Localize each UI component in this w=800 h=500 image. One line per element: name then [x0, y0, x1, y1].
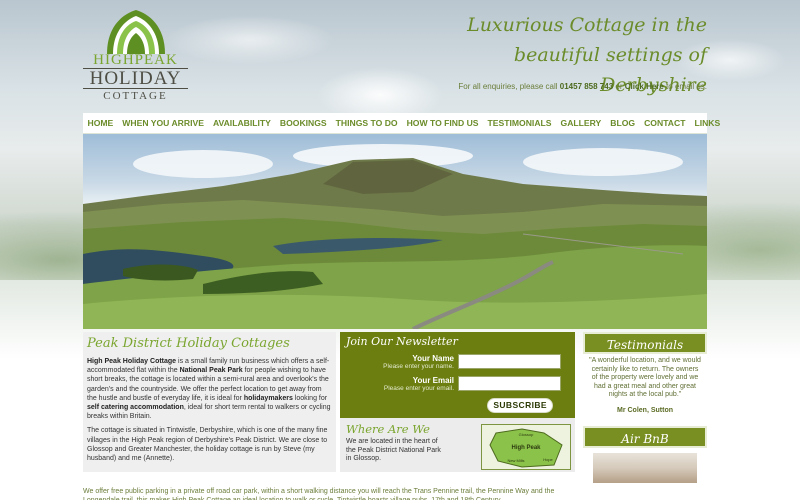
- nav-how-to-find-us[interactable]: HOW TO FIND US: [402, 113, 483, 134]
- nav-bookings[interactable]: BOOKINGS: [275, 113, 331, 134]
- hero-landscape-image: [83, 134, 707, 329]
- email-label-group: Your Email Please enter your email.: [346, 376, 454, 393]
- logo-line-cottage: COTTAGE: [103, 90, 168, 102]
- landscape-illustration: [83, 144, 707, 329]
- intro-title: Peak District Holiday Cottages: [87, 336, 290, 351]
- newsletter-title: Join Our Newsletter: [346, 335, 458, 348]
- nav-availability[interactable]: AVAILABILITY: [208, 113, 275, 134]
- intro-p1-c: National Peak Park: [179, 367, 243, 375]
- testimonial-author: Mr Colen, Sutton: [617, 406, 673, 414]
- right-column: Testimonials "A wonderful location, and …: [583, 332, 707, 500]
- nav-home[interactable]: HOME: [83, 113, 118, 134]
- name-label: Your Name: [412, 354, 454, 363]
- email-input[interactable]: [458, 376, 561, 391]
- name-label-group: Your Name Please enter your name.: [346, 354, 454, 371]
- nav-blog[interactable]: BLOG: [606, 113, 640, 134]
- newsletter-box: Join Our Newsletter Your Name Please ent…: [340, 332, 575, 418]
- nav-links[interactable]: LINKS: [690, 113, 725, 134]
- enquiry-suffix: to email us.: [663, 82, 707, 91]
- intro-paragraph-1: High Peak Holiday Cottage is a small fam…: [87, 357, 332, 421]
- intro-p1-e: holidaymakers: [243, 394, 293, 402]
- map-label-new-mills: New Mills: [507, 458, 524, 463]
- airbnb-title: Air BnB: [583, 426, 707, 448]
- name-hint: Please enter your name.: [383, 363, 454, 370]
- airbnb-photo-image: [593, 453, 697, 483]
- phone-number: 01457 858 743: [559, 82, 614, 91]
- intro-p1-a: High Peak Holiday Cottage: [87, 358, 177, 365]
- intro-paragraph-2: The cottage is situated in Tintwistle, D…: [87, 427, 328, 463]
- email-label: Your Email: [412, 376, 454, 385]
- tagline-line-2: beautiful settings of Derbyshire: [513, 44, 707, 96]
- nav-things-to-do[interactable]: THINGS TO DO: [331, 113, 402, 134]
- logo-line-holiday: HOLIDAY: [83, 68, 188, 89]
- testimonial-quote: "A wonderful location, and we would cert…: [589, 357, 701, 399]
- peaks-logo-icon: [106, 10, 165, 54]
- nav-gallery[interactable]: GALLERY: [556, 113, 606, 134]
- location-map[interactable]: Glossop High Peak New Mills Hope: [481, 424, 571, 470]
- nav-testimonials[interactable]: TESTIMONIALS: [483, 113, 556, 134]
- nav-contact[interactable]: CONTACT: [640, 113, 690, 134]
- enquiry-mid: or: [613, 82, 625, 91]
- map-label-glossop: Glossop: [519, 432, 534, 437]
- nav-when-you-arrive[interactable]: WHEN YOU ARRIVE: [118, 113, 209, 134]
- testimonials-title: Testimonials: [583, 332, 707, 354]
- subscribe-button[interactable]: SUBSCRIBE: [487, 398, 553, 413]
- where-text: We are located in the heart of the Peak …: [346, 438, 441, 462]
- logo-line-highpeak: HIGHPEAK: [93, 52, 178, 68]
- site-logo[interactable]: HIGHPEAK HOLIDAY COTTAGE: [83, 6, 188, 110]
- name-input[interactable]: [458, 354, 561, 369]
- email-hint: Please enter your email.: [383, 385, 454, 392]
- map-label-high-peak: High Peak: [511, 445, 541, 451]
- testimonial-body: "A wonderful location, and we would cert…: [583, 354, 707, 424]
- intro-p1-g: self catering accommodation: [87, 404, 184, 412]
- airbnb-photo[interactable]: [583, 448, 707, 488]
- intro-section: Peak District Holiday Cottages High Peak…: [83, 332, 336, 472]
- email-link[interactable]: Click Here: [625, 82, 664, 91]
- middle-column: Join Our Newsletter Your Name Please ent…: [340, 332, 575, 472]
- map-illustration: Glossop High Peak New Mills Hope: [482, 425, 570, 469]
- tagline-line-1: Luxurious Cottage in the: [467, 14, 707, 36]
- enquiry-line: For all enquiries, please call 01457 858…: [458, 82, 707, 91]
- map-label-hope: Hope: [543, 457, 553, 462]
- main-nav: HOME WHEN YOU ARRIVE AVAILABILITY BOOKIN…: [83, 113, 720, 134]
- footer-paragraph: We offer free public parking in a privat…: [83, 488, 555, 500]
- enquiry-prefix: For all enquiries, please call: [458, 82, 560, 91]
- where-are-we-box: Where Are We We are located in the heart…: [340, 418, 575, 472]
- intro-p1-f: looking for: [292, 394, 328, 402]
